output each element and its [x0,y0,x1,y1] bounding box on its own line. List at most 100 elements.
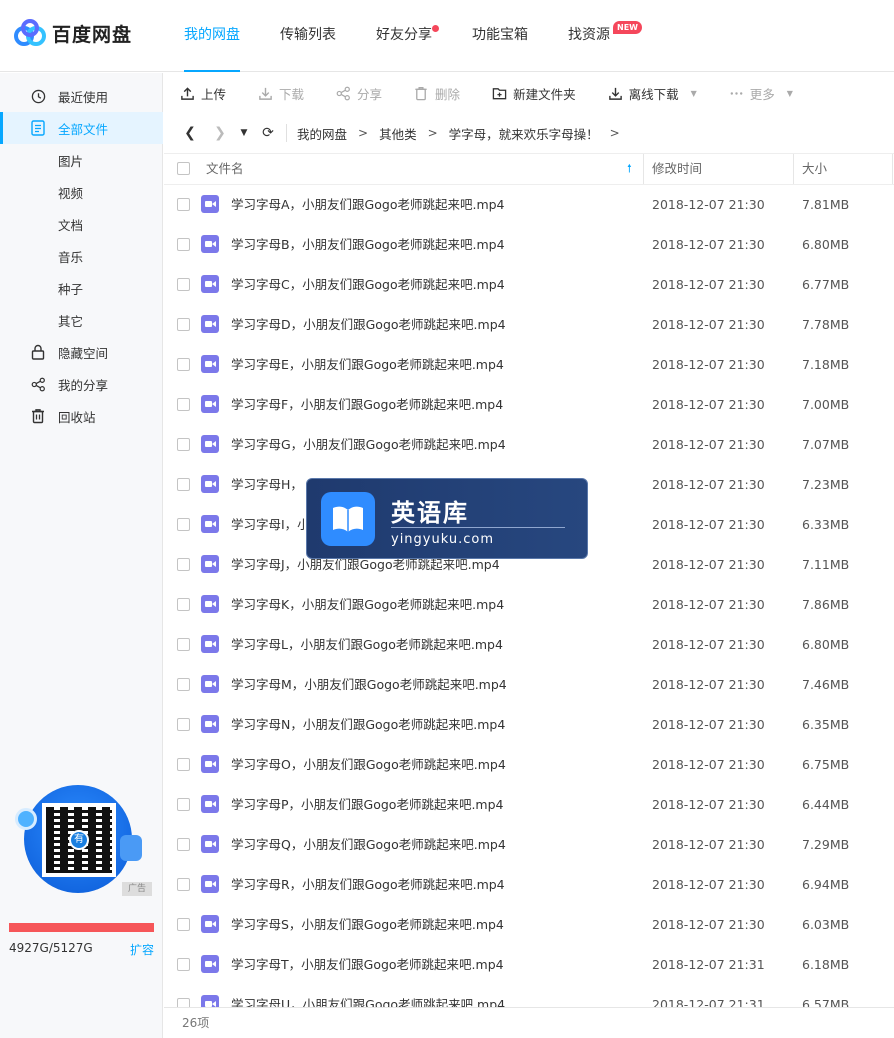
column-divider[interactable] [793,154,794,184]
sidebar-item-music[interactable]: 音乐 [0,240,163,272]
row-checkbox[interactable] [177,958,190,971]
nav-transfer-list[interactable]: 传输列表 [266,0,350,72]
table-row[interactable]: 学习字母E，小朋友们跟Gogo老师跳起来吧.mp4 2018-12-07 21:3… [164,345,894,385]
modified-time: 2018-12-07 21:30 [652,397,765,412]
table-row[interactable]: 学习字母F，小朋友们跟Gogo老师跳起来吧.mp4 2018-12-07 21:3… [164,385,894,425]
sidebar-item-recycle-bin[interactable]: 回收站 [0,400,163,432]
upload-button[interactable]: 上传 [180,73,226,113]
back-arrow-icon[interactable]: ❮ [178,121,202,145]
file-name[interactable]: 学习字母A，小朋友们跟Gogo老师跳起来吧.mp4 [231,185,505,225]
table-row[interactable]: 学习字母R，小朋友们跟Gogo老师跳起来吧.mp4 2018-12-07 21:3… [164,865,894,905]
table-row[interactable]: 学习字母G，小朋友们跟Gogo老师跳起来吧.mp4 2018-12-07 21:3… [164,425,894,465]
column-divider[interactable] [892,154,893,184]
row-checkbox[interactable] [177,358,190,371]
table-row[interactable]: 学习字母K，小朋友们跟Gogo老师跳起来吧.mp4 2018-12-07 21:3… [164,585,894,625]
breadcrumb-item[interactable]: 我的网盘 [297,124,347,143]
row-checkbox[interactable] [177,398,190,411]
sidebar-item-documents[interactable]: 文档 [0,208,163,240]
file-name[interactable]: 学习字母L，小朋友们跟Gogo老师跳起来吧.mp4 [231,625,503,665]
row-checkbox[interactable] [177,238,190,251]
share-button[interactable]: 分享 [336,73,382,113]
history-dropdown-icon[interactable]: ▼ [232,121,256,145]
row-checkbox[interactable] [177,278,190,291]
row-checkbox[interactable] [177,758,190,771]
sidebar-item-others[interactable]: 其它 [0,304,163,336]
sort-ascending-icon[interactable]: 🠕 [627,154,632,184]
column-header-name[interactable]: 文件名 [206,154,244,184]
nav-friend-share[interactable]: 好友分享 [362,0,446,72]
file-name[interactable]: 学习字母E，小朋友们跟Gogo老师跳起来吧.mp4 [231,345,504,385]
offline-download-button[interactable]: 离线下载 ▼ [608,73,697,113]
sidebar-item-videos[interactable]: 视频 [0,176,163,208]
breadcrumb-item[interactable]: 其他类 [379,124,417,143]
table-row[interactable]: 学习字母D，小朋友们跟Gogo老师跳起来吧.mp4 2018-12-07 21:3… [164,305,894,345]
sidebar-item-my-shares[interactable]: 我的分享 [0,368,163,400]
file-name[interactable]: 学习字母N，小朋友们跟Gogo老师跳起来吧.mp4 [231,705,505,745]
row-checkbox[interactable] [177,798,190,811]
row-checkbox[interactable] [177,998,190,1007]
table-row[interactable]: 学习字母Q，小朋友们跟Gogo老师跳起来吧.mp4 2018-12-07 21:3… [164,825,894,865]
table-row[interactable]: 学习字母O，小朋友们跟Gogo老师跳起来吧.mp4 2018-12-07 21:3… [164,745,894,785]
file-name[interactable]: 学习字母D，小朋友们跟Gogo老师跳起来吧.mp4 [231,305,506,345]
file-name[interactable]: 学习字母S，小朋友们跟Gogo老师跳起来吧.mp4 [231,905,504,945]
file-name[interactable]: 学习字母O，小朋友们跟Gogo老师跳起来吧.mp4 [231,745,506,785]
table-row[interactable]: 学习字母M，小朋友们跟Gogo老师跳起来吧.mp4 2018-12-07 21:3… [164,665,894,705]
app-logo[interactable]: 百度网盘 [14,18,132,48]
column-header-modified[interactable]: 修改时间 [652,154,702,184]
file-name[interactable]: 学习字母K，小朋友们跟Gogo老师跳起来吧.mp4 [231,585,504,625]
nav-my-disk[interactable]: 我的网盘 [170,0,254,72]
row-checkbox[interactable] [177,598,190,611]
table-row[interactable]: 学习字母U，小朋友们跟Gogo老师跳起来吧.mp4 2018-12-07 21:3… [164,985,894,1007]
row-checkbox[interactable] [177,318,190,331]
file-name[interactable]: 学习字母R，小朋友们跟Gogo老师跳起来吧.mp4 [231,865,505,905]
table-row[interactable]: 学习字母A，小朋友们跟Gogo老师跳起来吧.mp4 2018-12-07 21:3… [164,185,894,225]
refresh-icon[interactable]: ⟳ [256,121,280,145]
download-button[interactable]: 下载 [258,73,304,113]
row-checkbox[interactable] [177,878,190,891]
file-name[interactable]: 学习字母G，小朋友们跟Gogo老师跳起来吧.mp4 [231,425,506,465]
select-all-checkbox[interactable] [177,162,190,175]
table-row[interactable]: 学习字母L，小朋友们跟Gogo老师跳起来吧.mp4 2018-12-07 21:3… [164,625,894,665]
sidebar-item-hidden-space[interactable]: 隐藏空间 [0,336,163,368]
row-checkbox[interactable] [177,558,190,571]
file-name[interactable]: 学习字母H， [231,465,303,505]
file-name[interactable]: 学习字母F，小朋友们跟Gogo老师跳起来吧.mp4 [231,385,503,425]
table-row[interactable]: 学习字母P，小朋友们跟Gogo老师跳起来吧.mp4 2018-12-07 21:3… [164,785,894,825]
file-name[interactable]: 学习字母B，小朋友们跟Gogo老师跳起来吧.mp4 [231,225,505,265]
file-name[interactable]: 学习字母Q，小朋友们跟Gogo老师跳起来吧.mp4 [231,825,506,865]
nav-toolbox[interactable]: 功能宝箱 [458,0,542,72]
file-name[interactable]: 学习字母U，小朋友们跟Gogo老师跳起来吧.mp4 [231,985,505,1007]
breadcrumb-item-current[interactable]: 学字母，就来欢乐字母操！ [449,124,599,143]
file-name[interactable]: 学习字母C，小朋友们跟Gogo老师跳起来吧.mp4 [231,265,505,305]
column-divider[interactable] [643,154,644,184]
nav-find-resources[interactable]: 找资源 NEW [554,0,642,72]
forward-arrow-icon[interactable]: ❯ [208,121,232,145]
row-checkbox[interactable] [177,918,190,931]
table-row[interactable]: 学习字母N，小朋友们跟Gogo老师跳起来吧.mp4 2018-12-07 21:3… [164,705,894,745]
expand-storage-link[interactable]: 扩容 [130,941,154,958]
more-button[interactable]: 更多 ▼ [729,73,793,113]
file-name[interactable]: 学习字母I，小 [231,505,310,545]
row-checkbox[interactable] [177,438,190,451]
row-checkbox[interactable] [177,478,190,491]
sidebar-item-torrents[interactable]: 种子 [0,272,163,304]
row-checkbox[interactable] [177,678,190,691]
row-checkbox[interactable] [177,718,190,731]
table-row[interactable]: 学习字母T，小朋友们跟Gogo老师跳起来吧.mp4 2018-12-07 21:3… [164,945,894,985]
file-name[interactable]: 学习字母T，小朋友们跟Gogo老师跳起来吧.mp4 [231,945,504,985]
file-name[interactable]: 学习字母P，小朋友们跟Gogo老师跳起来吧.mp4 [231,785,504,825]
row-checkbox[interactable] [177,838,190,851]
table-row[interactable]: 学习字母S，小朋友们跟Gogo老师跳起来吧.mp4 2018-12-07 21:3… [164,905,894,945]
sidebar-item-images[interactable]: 图片 [0,144,163,176]
column-header-size[interactable]: 大小 [802,154,827,184]
table-row[interactable]: 学习字母C，小朋友们跟Gogo老师跳起来吧.mp4 2018-12-07 21:3… [164,265,894,305]
row-checkbox[interactable] [177,198,190,211]
file-name[interactable]: 学习字母M，小朋友们跟Gogo老师跳起来吧.mp4 [231,665,507,705]
table-row[interactable]: 学习字母B，小朋友们跟Gogo老师跳起来吧.mp4 2018-12-07 21:3… [164,225,894,265]
new-folder-button[interactable]: 新建文件夹 [492,73,576,113]
sidebar-item-all-files[interactable]: 全部文件 [0,112,163,144]
row-checkbox[interactable] [177,518,190,531]
sidebar-item-recent[interactable]: 最近使用 [0,80,163,112]
delete-button[interactable]: 删除 [414,73,460,113]
row-checkbox[interactable] [177,638,190,651]
